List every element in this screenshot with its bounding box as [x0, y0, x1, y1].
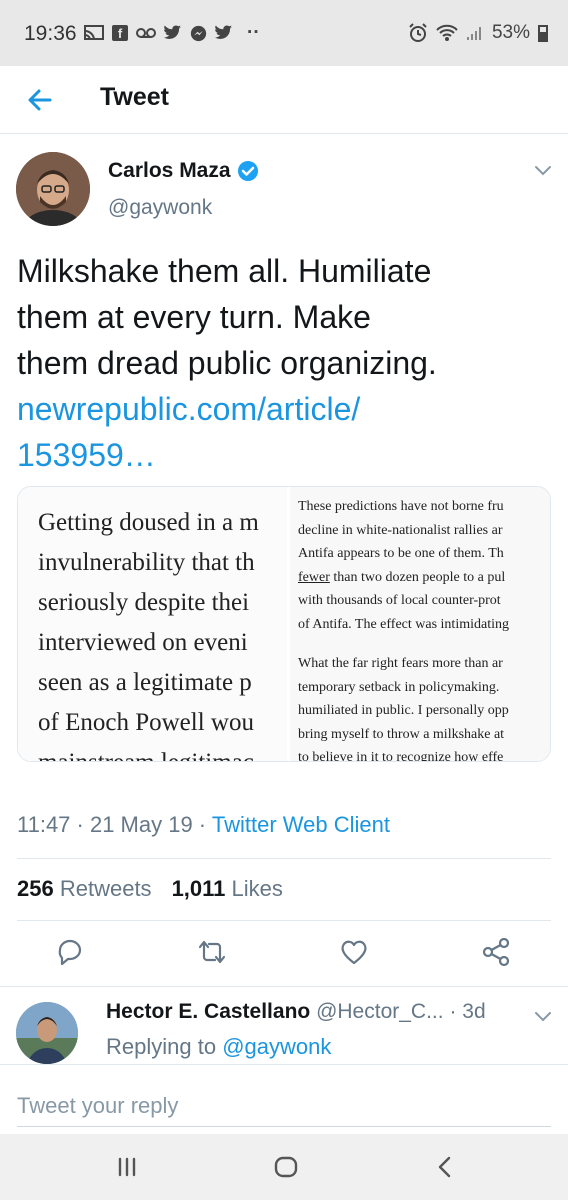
replying-to-mention[interactable]: @gaywonk — [222, 1034, 331, 1059]
reply-header: Hector E. Castellano @Hector_C... · 3d — [106, 1000, 486, 1024]
article-screenshot-text: Getting doused in a m invulnerability th… — [38, 503, 259, 761]
article-link-line: newrepublic.com/article/ — [17, 391, 361, 427]
likes-label: Likes — [231, 876, 283, 901]
reply-input[interactable] — [17, 1085, 551, 1127]
media-image-right[interactable]: These predictions have not borne fru dec… — [290, 487, 550, 761]
article-screenshot-text: These predictions have not borne fru dec… — [298, 495, 509, 761]
status-time: 19:36 — [24, 22, 77, 45]
screenshot-line: bring myself to throw a milkshake at — [298, 726, 505, 742]
tweet-text-line: them dread public organizing. — [17, 345, 437, 381]
screenshot-line: seriously despite thei — [38, 589, 250, 616]
retweets-stat[interactable]: 256 Retweets — [17, 876, 152, 902]
tweet-stats: 256 Retweets 1,011 Likes — [17, 876, 283, 902]
divider — [17, 858, 551, 859]
screenshot-line: What the far right fears more than ar — [298, 656, 503, 671]
retweets-label: Retweets — [59, 876, 152, 901]
tweet-body: Milkshake them all. Humiliate them at ev… — [17, 248, 547, 478]
timestamp-text: 11:47 · 21 May 19 · — [17, 812, 212, 837]
screenshot-line: interviewed on eveni — [38, 629, 248, 656]
alarm-icon — [409, 23, 427, 42]
screenshot-line: These predictions have not borne fru — [298, 499, 504, 514]
like-heart-icon[interactable] — [338, 936, 370, 968]
retweets-count: 256 — [17, 876, 54, 901]
twitter-bird-icon-2 — [215, 25, 233, 40]
status-bar: 19:36 f ·· 53% — [0, 0, 568, 66]
screenshot-line: mainstream legitimac — [38, 743, 259, 761]
chevron-down-icon[interactable] — [534, 164, 552, 178]
recent-apps-icon[interactable] — [112, 1152, 142, 1182]
likes-stat[interactable]: 1,011 Likes — [172, 876, 283, 902]
section-separator — [0, 986, 568, 994]
tweet-timestamp: 11:47 · 21 May 19 · Twitter Web Client — [17, 812, 390, 838]
facebook-icon: f — [112, 25, 128, 41]
screenshot-line: of Enoch Powell wou — [38, 709, 254, 736]
reply-author-name[interactable]: Hector E. Castellano — [106, 1000, 310, 1023]
author-handle[interactable]: @gaywonk — [108, 196, 212, 220]
reply-author-avatar[interactable] — [16, 1002, 78, 1064]
article-link[interactable]: newrepublic.com/article/ 153959… — [17, 386, 547, 478]
replying-to-prefix: Replying to — [106, 1034, 223, 1059]
avatar-image — [16, 152, 90, 226]
screenshot-line: of Antifa. The effect was intimidating — [298, 616, 509, 632]
screenshot-line: seen as a legitimate p — [38, 669, 252, 696]
tweet-text-line: Milkshake them all. Humiliate — [17, 253, 432, 289]
cast-icon — [84, 25, 104, 41]
likes-count: 1,011 — [171, 876, 226, 901]
wifi-icon — [436, 24, 458, 41]
back-nav-icon[interactable] — [430, 1152, 460, 1182]
screenshot-line: humiliated in public. I personally opp — [298, 703, 509, 718]
tweet-text-line: them at every turn. Make — [17, 299, 371, 335]
client-link[interactable]: Twitter Web Client — [212, 812, 390, 837]
retweet-icon[interactable] — [196, 936, 228, 968]
app-header: Tweet — [0, 66, 568, 134]
screenshot-line: Antifa appears to be one of them. Th — [298, 546, 504, 561]
twitter-bird-icon — [164, 25, 182, 40]
reply-avatar-image — [16, 1002, 78, 1064]
voicemail-icon — [136, 28, 156, 38]
screenshot-line: with thousands of local counter-prot — [298, 593, 501, 608]
tweet-actions — [0, 936, 568, 976]
article-link-line: 153959… — [17, 437, 156, 473]
more-notifications-icon: ·· — [247, 22, 260, 43]
messenger-icon — [190, 25, 207, 41]
reply-chevron-down-icon[interactable] — [534, 1010, 552, 1024]
reply-author-handle[interactable]: @Hector_C... — [316, 1000, 444, 1023]
android-nav-bar — [0, 1134, 568, 1200]
system-icons: 53% — [408, 22, 548, 44]
screenshot-line: decline in white-nationalist rallies ar — [298, 522, 503, 538]
reply-icon[interactable] — [54, 936, 86, 968]
screenshot-line: to believe in it to recognize how effe — [298, 750, 504, 761]
battery-icon — [538, 24, 548, 42]
divider — [17, 920, 551, 921]
author-name[interactable]: Carlos Maza — [108, 159, 259, 183]
author-avatar[interactable] — [16, 152, 90, 226]
screenshot-line: fewer than two dozen people to a pul — [298, 569, 506, 585]
reply-composer — [0, 1064, 568, 1134]
signal-icon — [466, 27, 481, 40]
verified-badge-icon — [237, 161, 258, 181]
page-title: Tweet — [100, 83, 169, 111]
back-button[interactable] — [22, 82, 58, 118]
battery-percent: 53% — [491, 22, 530, 43]
reply-age: · 3d — [449, 1000, 486, 1023]
screenshot-line: temporary setback in policymaking. — [298, 679, 500, 695]
share-icon[interactable] — [480, 936, 512, 968]
screenshot-line: invulnerability that th — [38, 549, 255, 576]
media-grid: Getting doused in a m invulnerability th… — [17, 486, 551, 762]
author-name-text: Carlos Maza — [108, 159, 231, 182]
home-icon[interactable] — [271, 1152, 301, 1182]
back-arrow-icon — [28, 89, 52, 111]
screenshot-line: Getting doused in a m — [38, 509, 259, 536]
media-image-left[interactable]: Getting doused in a m invulnerability th… — [18, 487, 290, 761]
notification-icons: f ·· — [84, 22, 260, 44]
replying-to: Replying to @gaywonk — [106, 1034, 331, 1060]
